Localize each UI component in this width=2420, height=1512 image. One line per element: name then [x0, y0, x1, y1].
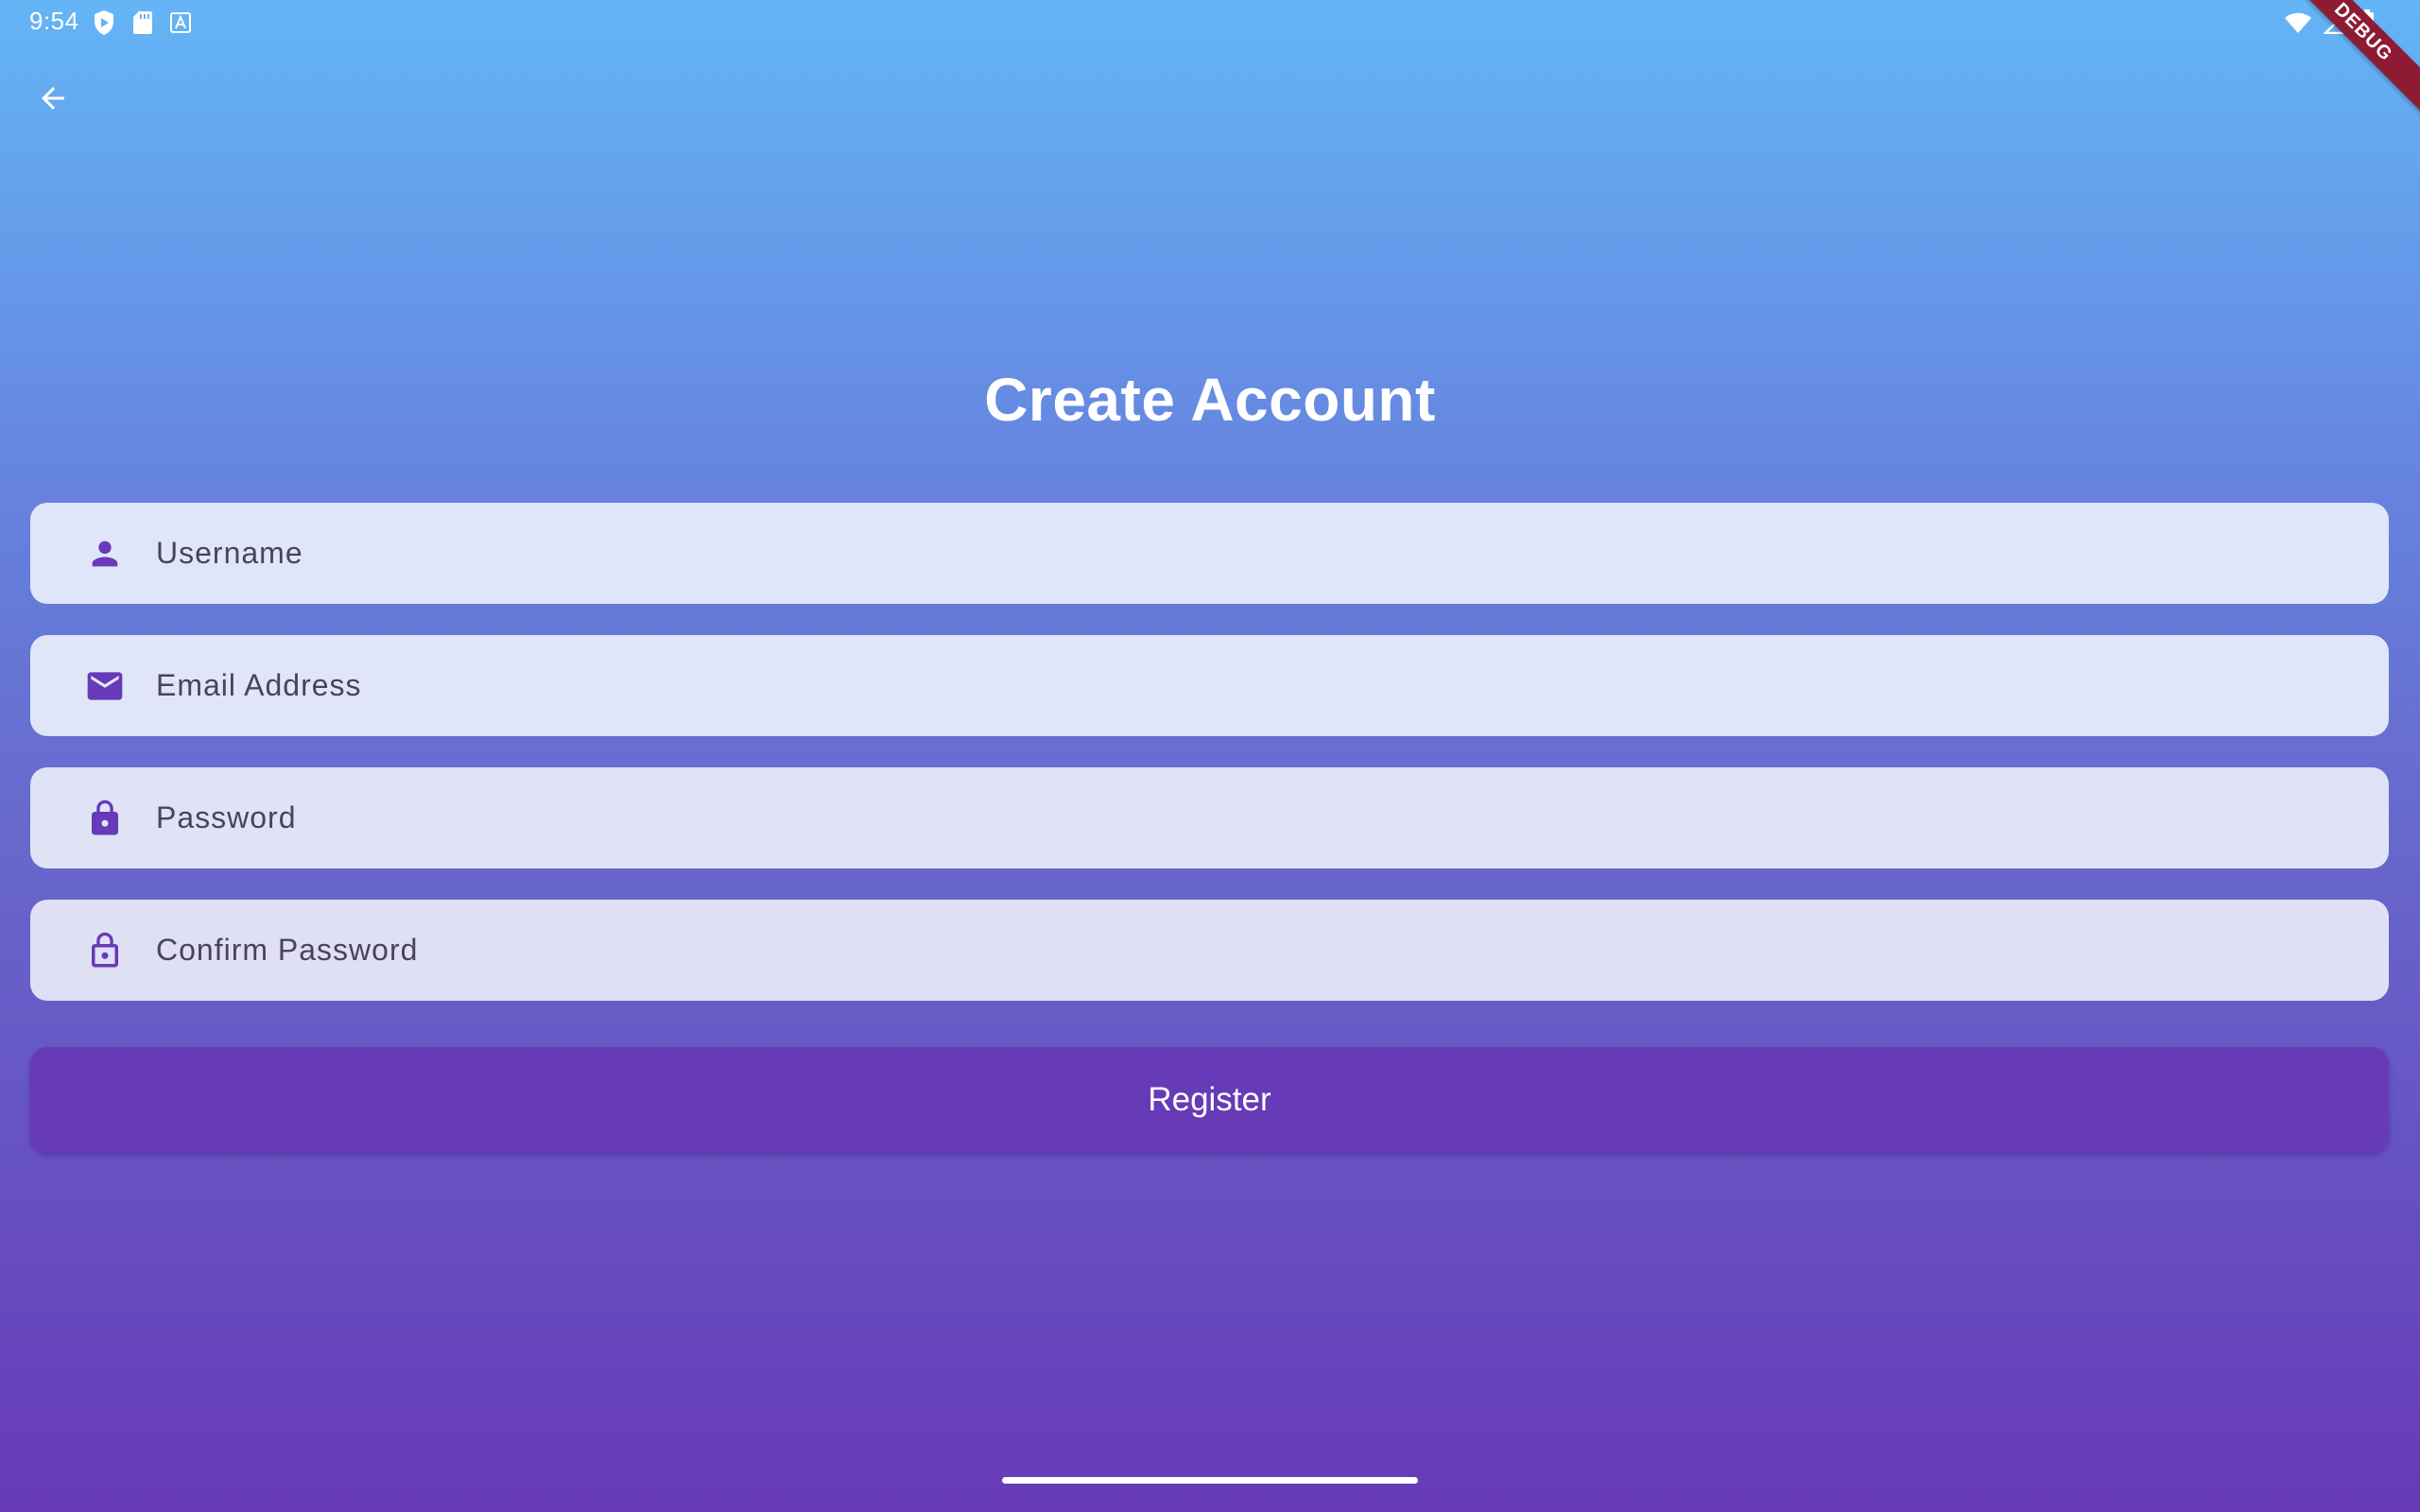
email-field[interactable]: Email Address [30, 635, 2389, 736]
status-icons-left [93, 9, 191, 36]
back-button[interactable] [23, 72, 83, 125]
font-a-icon [170, 12, 191, 33]
sd-card-icon [132, 10, 153, 35]
email-icon [82, 663, 128, 709]
lock-outline-icon [82, 928, 128, 973]
arrow-back-icon [36, 81, 70, 115]
password-field[interactable]: Password [30, 767, 2389, 868]
confirm-password-field[interactable]: Confirm Password [30, 900, 2389, 1001]
confirm-password-label: Confirm Password [156, 933, 419, 967]
shield-play-icon [93, 9, 115, 36]
person-icon [82, 531, 128, 576]
register-screen: 9:54 DEBUG Create Account Username Email… [0, 0, 2420, 1512]
register-button[interactable]: Register [30, 1047, 2389, 1153]
status-bar: 9:54 [0, 0, 2420, 45]
page-title: Create Account [984, 366, 1436, 434]
wifi-icon [2284, 11, 2312, 34]
home-indicator[interactable] [1002, 1477, 1418, 1484]
username-label: Username [156, 536, 303, 570]
username-field[interactable]: Username [30, 503, 2389, 604]
lock-icon [82, 796, 128, 841]
email-label: Email Address [156, 668, 362, 702]
password-label: Password [156, 800, 297, 834]
status-time: 9:54 [29, 7, 79, 35]
